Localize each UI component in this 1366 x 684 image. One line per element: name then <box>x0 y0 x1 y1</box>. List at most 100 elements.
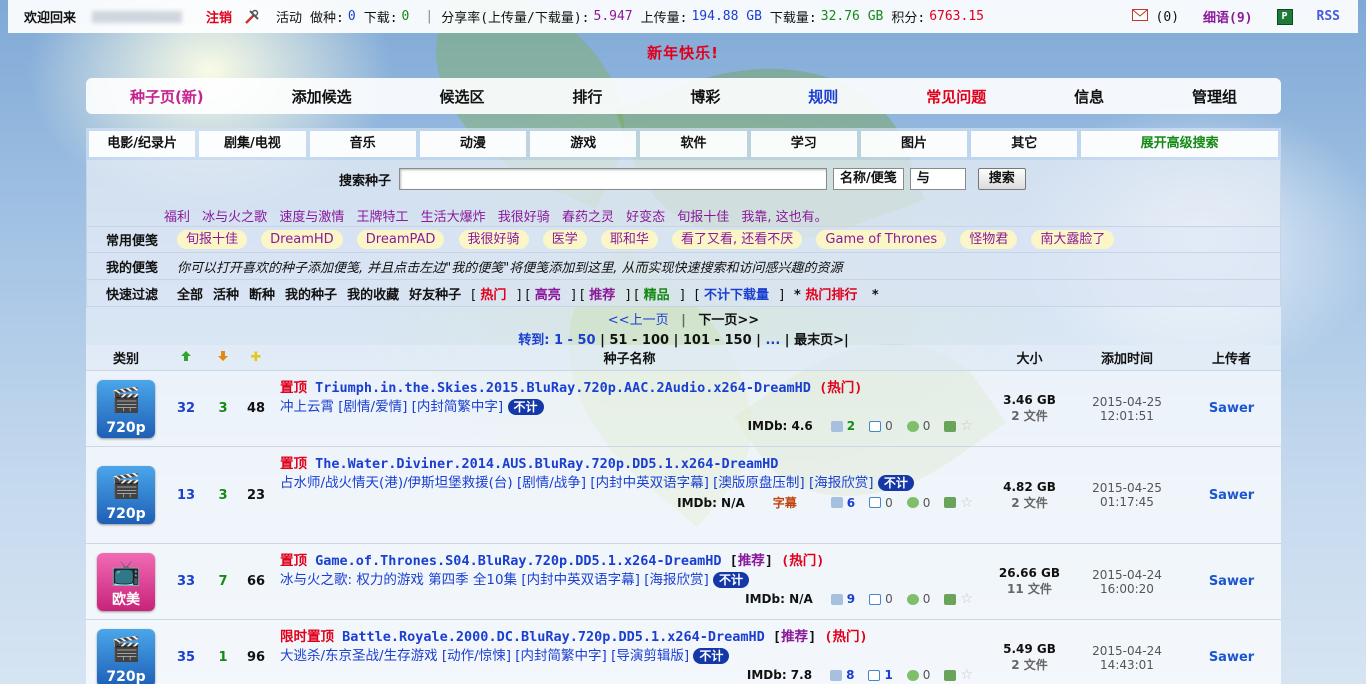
hot-keyword[interactable]: 冰与火之歌 <box>202 210 267 225</box>
completed-sort-icon[interactable]: ✚ <box>240 350 272 365</box>
last-page-link[interactable]: 最末页>| <box>794 333 849 348</box>
seeders-count[interactable]: 35 <box>166 620 206 684</box>
nav-betting[interactable]: 博彩 <box>690 86 720 107</box>
comment-icon[interactable] <box>869 593 882 605</box>
leechers-count[interactable]: 7 <box>206 544 240 619</box>
filter-free[interactable]: 不计下载量 <box>704 288 769 303</box>
seeders-count[interactable]: 33 <box>166 544 206 619</box>
nav-ranking[interactable]: 排行 <box>572 86 602 107</box>
chat-icon[interactable] <box>906 669 919 681</box>
common-tag[interactable]: DreamPAD <box>356 230 445 249</box>
common-tag[interactable]: 医学 <box>542 230 587 249</box>
tools-icon[interactable] <box>244 9 260 25</box>
hot-keyword[interactable]: 好变态 <box>626 210 665 225</box>
leechers-sort-icon[interactable] <box>206 350 240 366</box>
file-count[interactable]: 2 文件 <box>1011 407 1048 424</box>
common-tag[interactable]: 看了又看, 还看不厌 <box>672 230 803 249</box>
file-count[interactable]: 2 文件 <box>1011 656 1048 673</box>
nav-candidates[interactable]: 候选区 <box>440 86 485 107</box>
torrent-title[interactable]: 置顶 Triumph.in.the.Skies.2015.BluRay.720p… <box>280 376 981 396</box>
hot-keyword[interactable]: 生活大爆炸 <box>421 210 486 225</box>
completed-count[interactable]: 48 <box>240 371 272 446</box>
torrent-title[interactable]: 限时置顶 Battle.Royale.2000.DC.BluRay.720p.D… <box>280 625 981 645</box>
hot-keyword[interactable]: 我很好骑 <box>498 210 550 225</box>
category-720p-icon[interactable]: 🎬 720p <box>97 628 155 684</box>
category-western-tv-icon[interactable]: 📺 欧美 <box>97 552 155 611</box>
tab-study[interactable]: 学习 <box>750 131 857 157</box>
col-name[interactable]: 种子名称 <box>272 348 987 367</box>
category-720p-icon[interactable]: 🎬 720p <box>97 466 155 524</box>
tab-games[interactable]: 游戏 <box>530 131 637 157</box>
hot-keyword[interactable]: 福利 <box>164 210 190 225</box>
filter-dead[interactable]: 断种 <box>249 284 275 303</box>
download-icon[interactable] <box>944 593 957 605</box>
page-range-link[interactable]: 1 - 50 <box>554 333 596 348</box>
download-icon[interactable] <box>944 497 957 508</box>
bookmark-icon[interactable]: P <box>1276 8 1293 25</box>
completed-count[interactable]: 23 <box>240 447 272 543</box>
nav-rules[interactable]: 规则 <box>808 86 838 107</box>
inbox[interactable]: (0) <box>1131 8 1179 25</box>
uploader-link[interactable]: Sawer <box>1182 544 1281 619</box>
hot-keyword[interactable]: 速度与激情 <box>279 210 344 225</box>
filter-hot[interactable]: 热门 <box>480 288 506 303</box>
common-tag[interactable]: DreamHD <box>261 230 343 249</box>
filter-fine[interactable]: 精品 <box>644 288 670 303</box>
uploader-link[interactable]: Sawer <box>1182 447 1281 543</box>
comment-icon[interactable] <box>869 420 882 432</box>
nav-staff[interactable]: 管理组 <box>1192 86 1237 107</box>
torrent-title[interactable]: 置顶 The.Water.Diviner.2014.AUS.BluRay.720… <box>280 452 981 472</box>
bonus-value[interactable]: 6763.15 <box>929 9 984 24</box>
common-tag[interactable]: 南大露脸了 <box>1031 230 1115 249</box>
common-tag[interactable]: 怪物君 <box>960 230 1018 249</box>
tab-software[interactable]: 软件 <box>640 131 747 157</box>
torrent-title[interactable]: 置顶 Game.of.Thrones.S04.BluRay.720p.DD5.1… <box>280 549 981 569</box>
downloading-count[interactable]: 0 <box>402 9 410 24</box>
whisper-link[interactable]: 细语(9) <box>1203 7 1252 26</box>
subtitle-link[interactable]: 字幕 <box>773 494 797 511</box>
thumbs-up-icon[interactable] <box>830 420 843 432</box>
search-button[interactable]: 搜索 <box>977 168 1026 190</box>
hot-keyword[interactable]: 春药之灵 <box>562 210 614 225</box>
page-range-link[interactable]: 101 - 150 <box>683 333 752 348</box>
thumbs-up-icon[interactable] <box>830 669 843 681</box>
my-tags-label[interactable]: 我的便笺 <box>87 257 177 276</box>
download-icon[interactable] <box>944 420 957 432</box>
hot-keyword[interactable]: 我靠, 这也有。 <box>741 210 827 225</box>
thumbs-up-icon[interactable] <box>830 593 843 605</box>
tab-tv[interactable]: 剧集/电视 <box>199 131 306 157</box>
chat-icon[interactable] <box>906 497 919 508</box>
filter-all[interactable]: 全部 <box>177 284 203 303</box>
filter-favorites[interactable]: 我的收藏 <box>347 284 399 303</box>
next-page-link[interactable]: 下一页>> <box>698 313 759 328</box>
page-range-link[interactable]: ... <box>765 333 780 348</box>
download-icon[interactable] <box>944 669 957 681</box>
completed-count[interactable]: 96 <box>240 620 272 684</box>
filter-rank[interactable]: 热门排行 <box>805 288 857 303</box>
seeders-sort-icon[interactable] <box>166 350 206 366</box>
rss-link[interactable]: RSS <box>1317 9 1340 24</box>
nav-info[interactable]: 信息 <box>1074 86 1104 107</box>
nav-add-candidate[interactable]: 添加候选 <box>292 86 352 107</box>
common-tag[interactable]: 旬报十佳 <box>177 230 248 249</box>
common-tag[interactable]: Game of Thrones <box>816 230 947 249</box>
thumbs-up-icon[interactable] <box>830 497 843 508</box>
uploader-link[interactable]: Sawer <box>1182 371 1281 446</box>
hot-keyword[interactable]: 王牌特工 <box>356 210 408 225</box>
filter-mine[interactable]: 我的种子 <box>285 284 337 303</box>
seeding-count[interactable]: 0 <box>348 9 356 24</box>
col-uploader[interactable]: 上传者 <box>1182 348 1281 367</box>
leechers-count[interactable]: 1 <box>206 620 240 684</box>
hot-keyword[interactable]: 旬报十佳 <box>677 210 729 225</box>
tab-other[interactable]: 其它 <box>971 131 1078 157</box>
seeders-count[interactable]: 13 <box>166 447 206 543</box>
search-mode-select[interactable]: 与 <box>909 168 966 190</box>
tab-pictures[interactable]: 图片 <box>860 131 968 157</box>
uploader-link[interactable]: Sawer <box>1182 620 1281 684</box>
chat-icon[interactable] <box>906 593 919 605</box>
file-count[interactable]: 11 文件 <box>1007 580 1052 597</box>
tab-anime[interactable]: 动漫 <box>419 131 527 157</box>
leechers-count[interactable]: 3 <box>206 447 240 543</box>
comment-icon[interactable] <box>869 497 882 508</box>
nav-torrents[interactable]: 种子页(新) <box>130 86 204 107</box>
